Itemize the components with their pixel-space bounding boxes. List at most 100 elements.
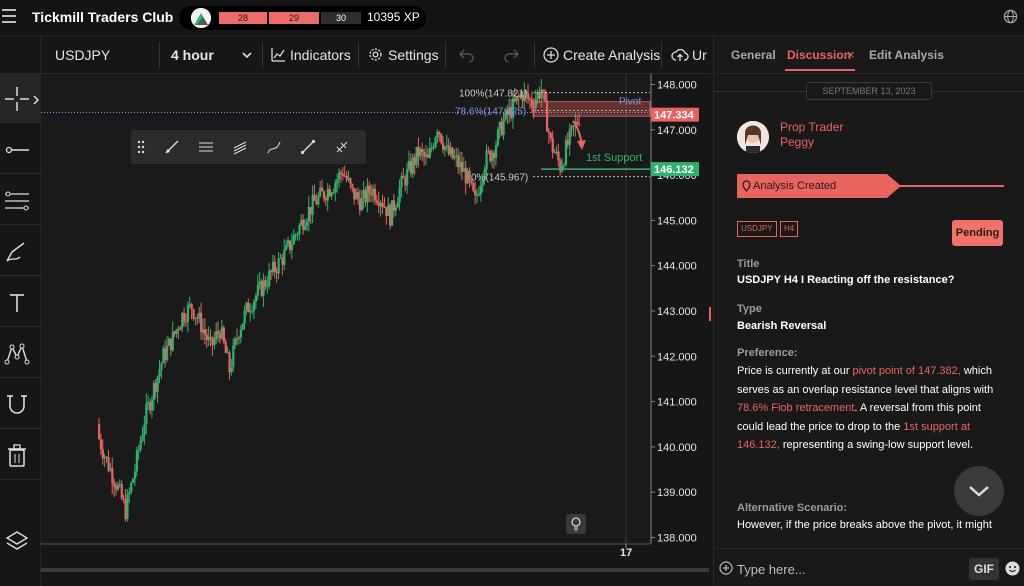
curve-button[interactable] — [257, 130, 291, 164]
layers-tool[interactable] — [0, 515, 41, 565]
globe-icon[interactable] — [1003, 9, 1018, 24]
text-tool[interactable] — [0, 277, 41, 327]
status-badge[interactable]: Pending — [952, 220, 1003, 246]
tab-close-icon[interactable]: × — [847, 47, 855, 62]
candle-body — [264, 280, 267, 287]
indicators-button[interactable]: Indicators — [271, 36, 351, 74]
add-attachment-icon[interactable] — [719, 561, 733, 575]
candle-body — [425, 154, 428, 157]
candle-body — [105, 456, 108, 458]
candle-body — [500, 121, 503, 135]
create-analysis-button[interactable]: Create Analysis — [543, 36, 660, 74]
candle-body — [472, 182, 475, 191]
candle-body — [385, 207, 388, 217]
gif-button[interactable]: GIF — [969, 558, 999, 580]
candle-body — [118, 484, 121, 486]
y-tick-label: 143.000 — [657, 306, 697, 318]
measure-button[interactable] — [325, 130, 359, 164]
candle-body — [141, 435, 144, 441]
author-name[interactable]: Peggy — [780, 135, 814, 149]
candle-body — [477, 194, 481, 196]
candle-body — [398, 187, 401, 203]
candle-body — [491, 152, 494, 162]
xp-segment-30: 30 — [321, 12, 361, 24]
candle-body — [372, 188, 375, 196]
delete-tool[interactable] — [0, 430, 41, 480]
idea-button[interactable] — [566, 514, 586, 534]
candle-body — [224, 341, 227, 354]
candle-body — [179, 327, 182, 331]
candle-body — [260, 281, 263, 296]
candle-body — [103, 456, 106, 459]
candle-body — [305, 221, 309, 226]
y-tick-label: 145.000 — [657, 215, 697, 227]
symbol-selector[interactable]: USDJPY — [55, 36, 110, 74]
undo-icon[interactable] — [459, 48, 475, 67]
ray-button[interactable] — [291, 130, 325, 164]
candle-body — [169, 338, 173, 351]
trend-line-button[interactable] — [155, 130, 189, 164]
cloud-upload-icon — [671, 48, 689, 61]
candle-body — [116, 485, 120, 490]
candle-body — [381, 202, 384, 207]
analysis-created-badge: Analysis Created — [737, 174, 901, 198]
candle-body — [298, 225, 301, 235]
candle-body — [109, 468, 112, 471]
candle-body — [493, 152, 496, 159]
upload-button[interactable]: Ur — [671, 36, 711, 74]
candle-body — [417, 146, 420, 157]
author-avatar[interactable] — [737, 121, 769, 153]
candle-body — [419, 148, 422, 157]
fib-channel-icon — [233, 141, 247, 155]
message-input[interactable] — [737, 558, 957, 580]
user-avatar[interactable] — [191, 8, 211, 28]
candle-body — [186, 305, 190, 322]
candle-body — [130, 482, 133, 492]
magnet-tool[interactable] — [0, 379, 41, 429]
emoji-icon[interactable] — [1005, 561, 1020, 576]
candle-body — [120, 484, 123, 499]
scroll-down-button[interactable] — [954, 466, 1004, 516]
candle-body — [394, 207, 397, 211]
horizontal-line-tool[interactable] — [0, 124, 41, 174]
support-label: 1st Support — [586, 152, 642, 164]
preference-text-part: representing a swing-low support level. — [779, 439, 974, 451]
fib-channel-button[interactable] — [223, 130, 257, 164]
candle-body — [307, 206, 311, 222]
candle-body — [474, 190, 477, 196]
fib-highlight: 78.6% Fiob retracement — [737, 402, 855, 414]
tab-general[interactable]: General — [731, 48, 776, 62]
fib-levels-tool[interactable] — [0, 175, 41, 225]
date-chip: SEPTEMBER 13, 2023 — [806, 82, 932, 100]
candle-body — [273, 261, 276, 272]
candle-body — [177, 329, 180, 331]
drag-handle[interactable] — [131, 130, 151, 164]
candle-body — [485, 150, 488, 170]
expand-tools-chevron-icon[interactable] — [31, 92, 41, 108]
candle-body — [339, 172, 343, 175]
redo-icon[interactable] — [503, 48, 519, 67]
candle-body — [283, 249, 286, 265]
drag-dots-icon — [137, 140, 145, 154]
candle-body — [211, 337, 214, 345]
toolbar-divider — [262, 42, 263, 68]
measure-icon — [336, 141, 348, 153]
candle-body — [319, 187, 322, 196]
candle-body — [379, 202, 382, 207]
candle-body — [128, 491, 131, 495]
y-tick-label: 147.000 — [657, 125, 697, 137]
tab-edit-analysis[interactable]: Edit Analysis — [869, 48, 944, 62]
candle-body — [285, 244, 288, 250]
settings-button[interactable]: Settings — [368, 36, 439, 74]
date-divider — [714, 91, 806, 92]
candle-body — [217, 331, 220, 334]
chart-horizontal-scrollbar[interactable] — [41, 568, 709, 572]
parallel-lines-button[interactable] — [189, 130, 223, 164]
candle-body — [328, 188, 331, 197]
tab-discussion[interactable]: Discussion — [787, 48, 851, 62]
hamburger-menu-icon[interactable] — [2, 9, 16, 25]
candle-body — [237, 337, 241, 339]
pattern-tool[interactable] — [0, 328, 41, 378]
pen-tool[interactable] — [0, 226, 41, 276]
candle-body — [292, 235, 295, 245]
